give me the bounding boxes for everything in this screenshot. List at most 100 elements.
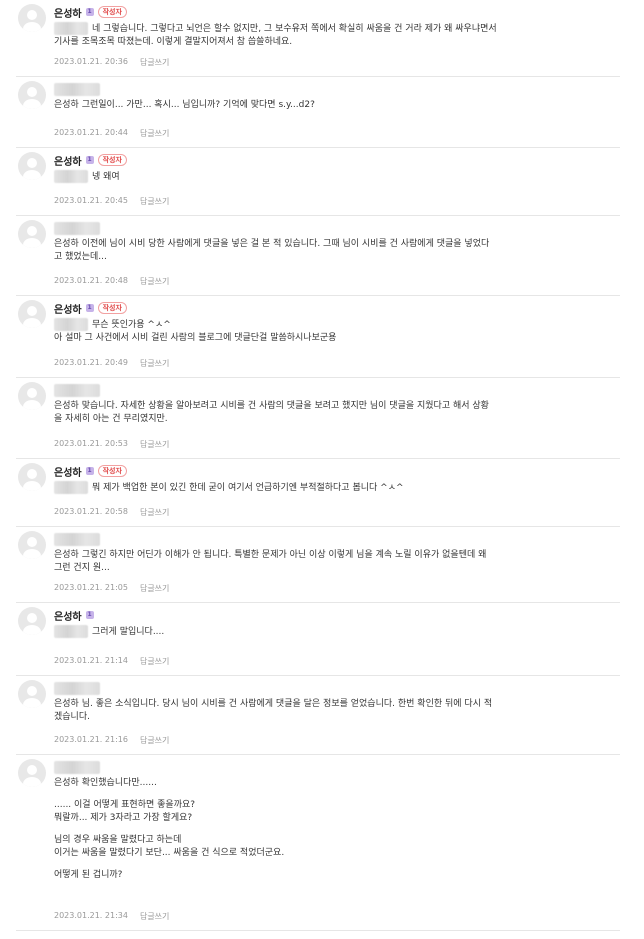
reply-button[interactable]: 답글쓰기	[140, 358, 169, 369]
timestamp: 2023.01.21. 21:16	[54, 735, 128, 744]
avatar[interactable]	[18, 152, 46, 180]
author-name[interactable]: 은성하	[54, 5, 82, 20]
comment-meta: 2023.01.21. 21:16 답글쓰기	[54, 735, 169, 746]
comment-item: 은성하 님. 좋은 소식입니다. 당시 님이 시비를 건 사람에게 댓글을 달은…	[16, 676, 620, 755]
comment-line: 무슨 뜻인가용 ^ㅅ^	[54, 318, 614, 332]
author-line: 은성하 1 작성자	[54, 152, 127, 168]
blurred-author-name[interactable]	[54, 532, 100, 546]
comment-text: 아 설마 그 사건에서 시비 걸린 사람의 블로그에 댓글단걸 말씀하시나보군용	[54, 333, 337, 343]
comment-item: 은성하 이전에 님이 시비 당한 사람에게 댓글을 넣은 걸 본 적 있습니다.…	[16, 216, 620, 296]
author-name[interactable]: 은성하	[54, 608, 82, 623]
author-name[interactable]: 은성하	[54, 464, 82, 479]
comment-meta: 2023.01.21. 21:05 답글쓰기	[54, 583, 169, 594]
comment-item: 은성하 그렇긴 하지만 어딘가 이해가 안 됩니다. 특별한 문제가 아닌 이상…	[16, 527, 620, 603]
reply-button[interactable]: 답글쓰기	[140, 128, 169, 139]
comment-body: 은성하 맞습니다. 자세한 상황을 알아보려고 시비를 건 사람의 댓글을 보려…	[54, 400, 614, 426]
blurred-author-name[interactable]	[54, 82, 100, 96]
comment-meta: 2023.01.21. 20:36 답글쓰기	[54, 57, 169, 68]
reply-button[interactable]: 답글쓰기	[140, 735, 169, 746]
member-grade-icon: 1	[85, 304, 94, 312]
comment-body: 은성하 그런일이... 가만... 혹시... 님입니까? 기억에 맞다면 s.…	[54, 99, 614, 112]
comment-body: 은성하 님. 좋은 소식입니다. 당시 님이 시비를 건 사람에게 댓글을 달은…	[54, 698, 614, 724]
blurred-author-name[interactable]	[54, 383, 100, 397]
reply-button[interactable]: 답글쓰기	[140, 911, 169, 922]
author-badge: 작성자	[97, 6, 127, 18]
blurred-mention	[54, 22, 88, 35]
reply-button[interactable]: 답글쓰기	[140, 439, 169, 450]
author-badge: 작성자	[97, 302, 127, 314]
mention-name[interactable]: 은성하	[54, 401, 79, 411]
mention-name[interactable]: 은성하	[54, 100, 79, 110]
avatar[interactable]	[18, 4, 46, 32]
comment-line: 은성하 님. 좋은 소식입니다. 당시 님이 시비를 건 사람에게 댓글을 달은…	[54, 698, 614, 711]
comment-meta: 2023.01.21. 20:45 답글쓰기	[54, 196, 169, 207]
reply-button[interactable]: 답글쓰기	[140, 656, 169, 667]
comment-text: 겠습니다.	[54, 712, 90, 722]
comment-body: 은성하 그렇긴 하지만 어딘가 이해가 안 됩니다. 특별한 문제가 아닌 이상…	[54, 549, 614, 575]
comment-text: 이전에 님이 시비 당한 사람에게 댓글을 넣은 걸 본 적 있습니다. 그때 …	[81, 239, 490, 249]
comment-line: 님의 경우 싸움을 말렸다고 하는데	[54, 834, 614, 847]
author-name[interactable]: 은성하	[54, 153, 82, 168]
mention-name[interactable]: 은성하	[54, 239, 79, 249]
avatar[interactable]	[18, 382, 46, 410]
avatar[interactable]	[18, 607, 46, 635]
comment-line: 은성하 확인했습니다만......	[54, 777, 614, 790]
comment-meta: 2023.01.21. 20:48 답글쓰기	[54, 276, 169, 287]
comment-line: 을 자세히 아는 건 무리였지만.	[54, 413, 614, 426]
timestamp: 2023.01.21. 20:49	[54, 358, 128, 367]
mention-name[interactable]: 은성하	[54, 778, 79, 788]
comment-text: 네 그렇습니다. 그렇다고 뇌언은 할수 없지만, 그 보수유저 쪽에서 확실히…	[92, 24, 497, 34]
reply-button[interactable]: 답글쓰기	[140, 57, 169, 68]
comment-line: 은성하 그렇긴 하지만 어딘가 이해가 안 됩니다. 특별한 문제가 아닌 이상…	[54, 549, 614, 562]
timestamp: 2023.01.21. 21:34	[54, 911, 128, 920]
reply-button[interactable]: 답글쓰기	[140, 276, 169, 287]
blurred-author-name[interactable]	[54, 221, 100, 235]
mention-name[interactable]: 은성하	[54, 550, 79, 560]
comment-body: 무슨 뜻인가용 ^ㅅ^ 아 설마 그 사건에서 시비 걸린 사람의 블로그에 댓글…	[54, 318, 614, 345]
reply-button[interactable]: 답글쓰기	[140, 196, 169, 207]
member-grade-icon: 1	[85, 467, 94, 475]
comment-body: 뭐 제가 백업한 본이 있긴 한데 굳이 여기서 언급하기엔 부적절하다고 봅니…	[54, 481, 614, 495]
member-grade-icon: 1	[85, 156, 94, 164]
comment-body: 네 그렇습니다. 그렇다고 뇌언은 할수 없지만, 그 보수유저 쪽에서 확실히…	[54, 22, 614, 49]
author-line	[54, 382, 100, 398]
blurred-mention	[54, 170, 88, 183]
author-line: 은성하 1 작성자	[54, 463, 127, 479]
timestamp: 2023.01.21. 20:45	[54, 196, 128, 205]
author-badge: 작성자	[97, 465, 127, 477]
avatar[interactable]	[18, 680, 46, 708]
comment-text: ...... 이걸 어떻게 표현하면 좋을까요?	[54, 800, 196, 810]
blurred-author-name[interactable]	[54, 760, 100, 774]
comment-meta: 2023.01.21. 21:14 답글쓰기	[54, 656, 169, 667]
comment-line: 그런 건지 원...	[54, 562, 614, 575]
avatar[interactable]	[18, 220, 46, 248]
avatar[interactable]	[18, 81, 46, 109]
reply-button[interactable]: 답글쓰기	[140, 507, 169, 518]
comment-line: 그러게 말입니다....	[54, 625, 614, 639]
comment-list: 은성하 1 작성자 네 그렇습니다. 그렇다고 뇌언은 할수 없지만, 그 보수유저 …	[0, 0, 644, 939]
timestamp: 2023.01.21. 20:36	[54, 57, 128, 66]
comment-line: 뭐 제가 백업한 본이 있긴 한데 굳이 여기서 언급하기엔 부적절하다고 봅니…	[54, 481, 614, 495]
comment-meta: 2023.01.21. 20:58 답글쓰기	[54, 507, 169, 518]
comment-line: 겠습니다.	[54, 711, 614, 724]
avatar[interactable]	[18, 463, 46, 491]
blurred-author-name[interactable]	[54, 681, 100, 695]
comment-body: 그러게 말입니다....	[54, 625, 614, 639]
comment-item: 은성하 그런일이... 가만... 혹시... 님입니까? 기억에 맞다면 s.…	[16, 77, 620, 148]
author-line: 은성하 1 작성자	[54, 4, 127, 20]
comment-meta: 2023.01.21. 20:53 답글쓰기	[54, 439, 169, 450]
author-name[interactable]: 은성하	[54, 301, 82, 316]
comment-line: 네 그렇습니다. 그렇다고 뇌언은 할수 없지만, 그 보수유저 쪽에서 확실히…	[54, 22, 614, 36]
comment-item: 은성하 1 작성자 넹 왜여 2023.01.21. 20:45 답글쓰기	[16, 148, 620, 216]
avatar[interactable]	[18, 300, 46, 328]
avatar[interactable]	[18, 531, 46, 559]
mention-name[interactable]: 은성하	[54, 699, 79, 709]
comment-line: 기사를 조목조목 따졌는데. 이렇게 결말지어져서 참 씁쓸하네요.	[54, 36, 614, 49]
avatar[interactable]	[18, 759, 46, 787]
author-line	[54, 680, 100, 696]
comment-item: 은성하 1 작성자네 그렇습니다. 그렇다고 뇌언은 할수 없지만, 그 보수유저 …	[16, 0, 620, 77]
reply-button[interactable]: 답글쓰기	[140, 583, 169, 594]
comment-item: 은성하 1 작성자뭐 제가 백업한 본이 있긴 한데 굳이 여기서 언급하기엔 부적…	[16, 459, 620, 527]
